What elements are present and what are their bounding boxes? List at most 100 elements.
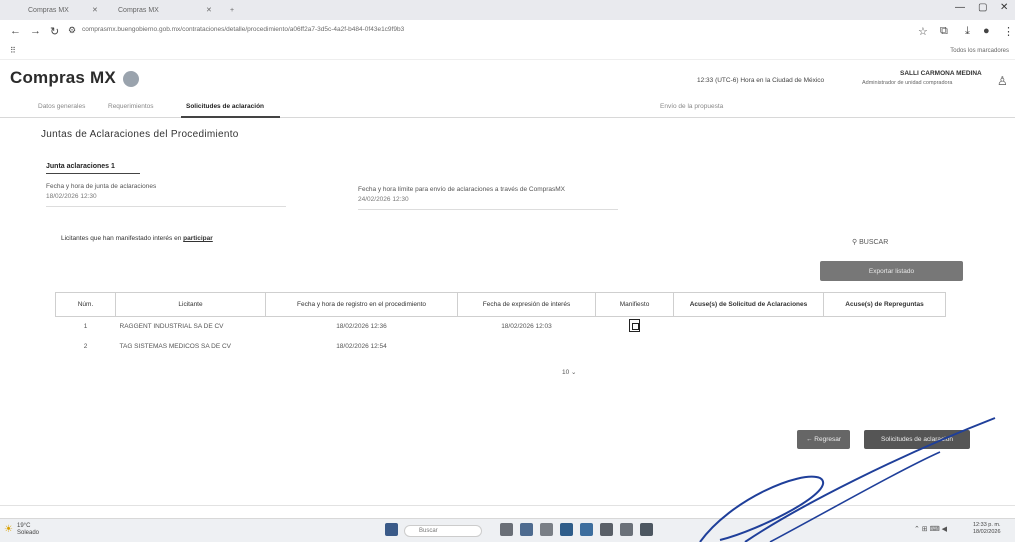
tab-junta-aclaraciones-1[interactable]: Junta aclaraciones 1 (46, 163, 115, 170)
close-window-icon[interactable]: ✕ (1000, 2, 1008, 13)
fecha-junta-value: 18/02/2026 12:30 (46, 193, 286, 207)
task-view-icon[interactable] (500, 523, 513, 536)
table-row: 2 TAG SISTEMAS MEDICOS SA DE CV 18/02/20… (56, 337, 946, 357)
junta-tab-underline (46, 173, 140, 174)
extensions-icon[interactable]: ⧉ (940, 25, 948, 38)
chevron-down-icon: ⌄ (571, 369, 577, 376)
col-registro: Fecha y hora de registro en el procedimi… (265, 292, 458, 317)
tab-solicitudes-aclaracion[interactable]: Solicitudes de aclaración (186, 103, 264, 110)
col-manifiesto: Manifiesto (595, 292, 674, 317)
export-list-button[interactable]: Exportar listado (820, 261, 963, 281)
footer-divider (0, 505, 1015, 506)
user-role: Administrador de unidad compradora (862, 80, 953, 86)
table-header-row: Núm. Licitante Fecha y hora de registro … (55, 292, 946, 317)
row-acuse-repreguntas (824, 317, 946, 337)
browser-tab-label: Compras MX (118, 6, 159, 14)
back-arrow-icon[interactable]: ← (10, 25, 21, 37)
url-field[interactable]: comprasmx.buengobierno.gob.mx/contrataci… (82, 26, 882, 38)
fecha-limite-value: 24/02/2026 12:30 (358, 196, 618, 210)
mail-icon[interactable] (600, 523, 613, 536)
weather-sun-icon: ☀ (4, 524, 13, 535)
chrome-icon[interactable] (580, 523, 593, 536)
app-icon[interactable] (640, 523, 653, 536)
edge-icon[interactable] (560, 523, 573, 536)
maximize-icon[interactable]: ▢ (978, 2, 987, 13)
row-num: 2 (83, 343, 88, 350)
notice-text: Licitantes que han manifestado interés e… (61, 235, 182, 242)
row-acuse-repreguntas (824, 337, 946, 357)
user-name: SALLI CARMONA MEDINA (900, 70, 982, 77)
fecha-limite-label: Fecha y hora límite para envío de aclara… (358, 186, 566, 193)
file-explorer-icon[interactable] (540, 523, 553, 536)
section-title: Juntas de Aclaraciones del Procedimiento (41, 129, 239, 140)
fecha-junta-label: Fecha y hora de junta de aclaraciones (46, 183, 157, 190)
timezone-text: 12:33 (UTC-6) Hora en la Ciudad de Méxic… (697, 77, 825, 84)
close-tab-icon[interactable]: ✕ (206, 3, 212, 17)
page-size-value: 10 (562, 369, 570, 376)
col-acuse-solicitud: Acuse(s) de Solicitud de Aclaraciones (673, 292, 824, 317)
browser-tab-bar: Compras MX ✕ Compras MX ✕ + — ▢ ✕ (0, 0, 1015, 20)
all-bookmarks[interactable]: Todos los marcadores (950, 48, 1009, 54)
store-icon[interactable] (620, 523, 633, 536)
search-label: BUSCAR (859, 239, 889, 246)
search-icon: ⚲ (852, 239, 858, 246)
row-acuse-solicitud (674, 317, 824, 337)
tab-envio-propuesta[interactable]: Envío de la propuesta (660, 103, 723, 110)
widgets-icon[interactable] (520, 523, 533, 536)
download-icon[interactable]: ⤓ (965, 25, 970, 38)
system-tray-icons[interactable]: ⌃ ⊞ ⌨ ◀ (914, 525, 947, 533)
site-info-icon[interactable]: ⚙ (68, 25, 76, 36)
row-interes (458, 337, 596, 357)
row-licitante: TAG SISTEMAS MEDICOS SA DE CV (119, 343, 231, 350)
row-licitante: RAGGENT INDUSTRIAL SA DE CV (119, 323, 224, 331)
procedure-tabs: Datos generales Requerimientos Solicitud… (0, 98, 1015, 118)
weather-desc: Soleado (17, 530, 40, 536)
search-control[interactable]: ⚲ BUSCAR (852, 238, 888, 246)
browser-tab-1[interactable]: Compras MX (28, 3, 69, 17)
row-registro: 18/02/2026 12:54 (336, 343, 387, 350)
row-acuse-solicitud (674, 337, 824, 357)
close-tab-icon[interactable]: ✕ (92, 3, 98, 17)
solicitudes-aclaracion-button[interactable]: Solicitudes de aclaración (864, 430, 970, 449)
start-windows-icon[interactable] (385, 523, 398, 536)
pdf-document-icon[interactable] (629, 319, 640, 333)
weather-temp: 19°C (17, 523, 31, 529)
reload-icon[interactable]: ↻ (50, 25, 59, 38)
interested-bidders-notice: Licitantes que han manifestado interés e… (61, 235, 213, 242)
weather-widget[interactable]: 19°C Soleado (17, 523, 39, 537)
taskbar-clock[interactable]: 12:33 p. m. 18/02/2026 (973, 522, 1001, 536)
row-num: 1 (83, 323, 88, 331)
col-interes: Fecha de expresión de interés (457, 292, 596, 317)
address-bar: ← → ↻ ⚙ comprasmx.buengobierno.gob.mx/co… (0, 20, 1015, 44)
tab-datos-generales[interactable]: Datos generales (38, 103, 85, 110)
taskbar-search-input[interactable]: Buscar (404, 525, 482, 537)
notice-bold: participar (183, 235, 213, 242)
profile-icon[interactable]: ● (983, 25, 990, 37)
user-avatar-icon[interactable]: ♙ (997, 74, 1008, 88)
clock-date: 18/02/2026 (973, 529, 1001, 535)
menu-icon[interactable]: ⋮ (1003, 25, 1014, 38)
table-row: 1 RAGGENT INDUSTRIAL SA DE CV 18/02/2026… (56, 317, 946, 337)
browser-tab-2[interactable]: Compras MX (118, 3, 159, 17)
row-manifiesto (596, 337, 674, 357)
back-button[interactable]: ← Regresar (797, 430, 850, 449)
row-registro: 18/02/2026 12:36 (336, 323, 387, 331)
back-button-label: Regresar (814, 436, 842, 443)
col-licitante: Licitante (115, 292, 266, 317)
browser-tab-label: Compras MX (28, 6, 69, 14)
logo-badge-icon (123, 71, 139, 87)
page-size-select[interactable]: 10 ⌄ (562, 368, 577, 376)
bidders-table: Núm. Licitante Fecha y hora de registro … (55, 292, 946, 357)
apps-grid-icon[interactable]: ⠿ (10, 46, 16, 55)
minimize-icon[interactable]: — (955, 2, 965, 13)
col-acuse-repreguntas: Acuse(s) de Repreguntas (823, 292, 946, 317)
row-interes: 18/02/2026 12:03 (501, 323, 552, 331)
app-header: Compras MX 12:33 (UTC-6) Hora en la Ciud… (0, 60, 1015, 96)
tab-requerimientos[interactable]: Requerimientos (108, 103, 154, 110)
new-tab-icon[interactable]: + (230, 3, 234, 17)
star-icon[interactable]: ☆ (918, 25, 928, 38)
forward-arrow-icon[interactable]: → (30, 25, 41, 37)
compras-mx-logo[interactable]: Compras MX (10, 68, 116, 88)
row-manifiesto (596, 317, 674, 337)
windows-taskbar: ☀ 19°C Soleado Buscar ⌃ ⊞ ⌨ ◀ 12:33 p. m.… (0, 518, 1015, 542)
